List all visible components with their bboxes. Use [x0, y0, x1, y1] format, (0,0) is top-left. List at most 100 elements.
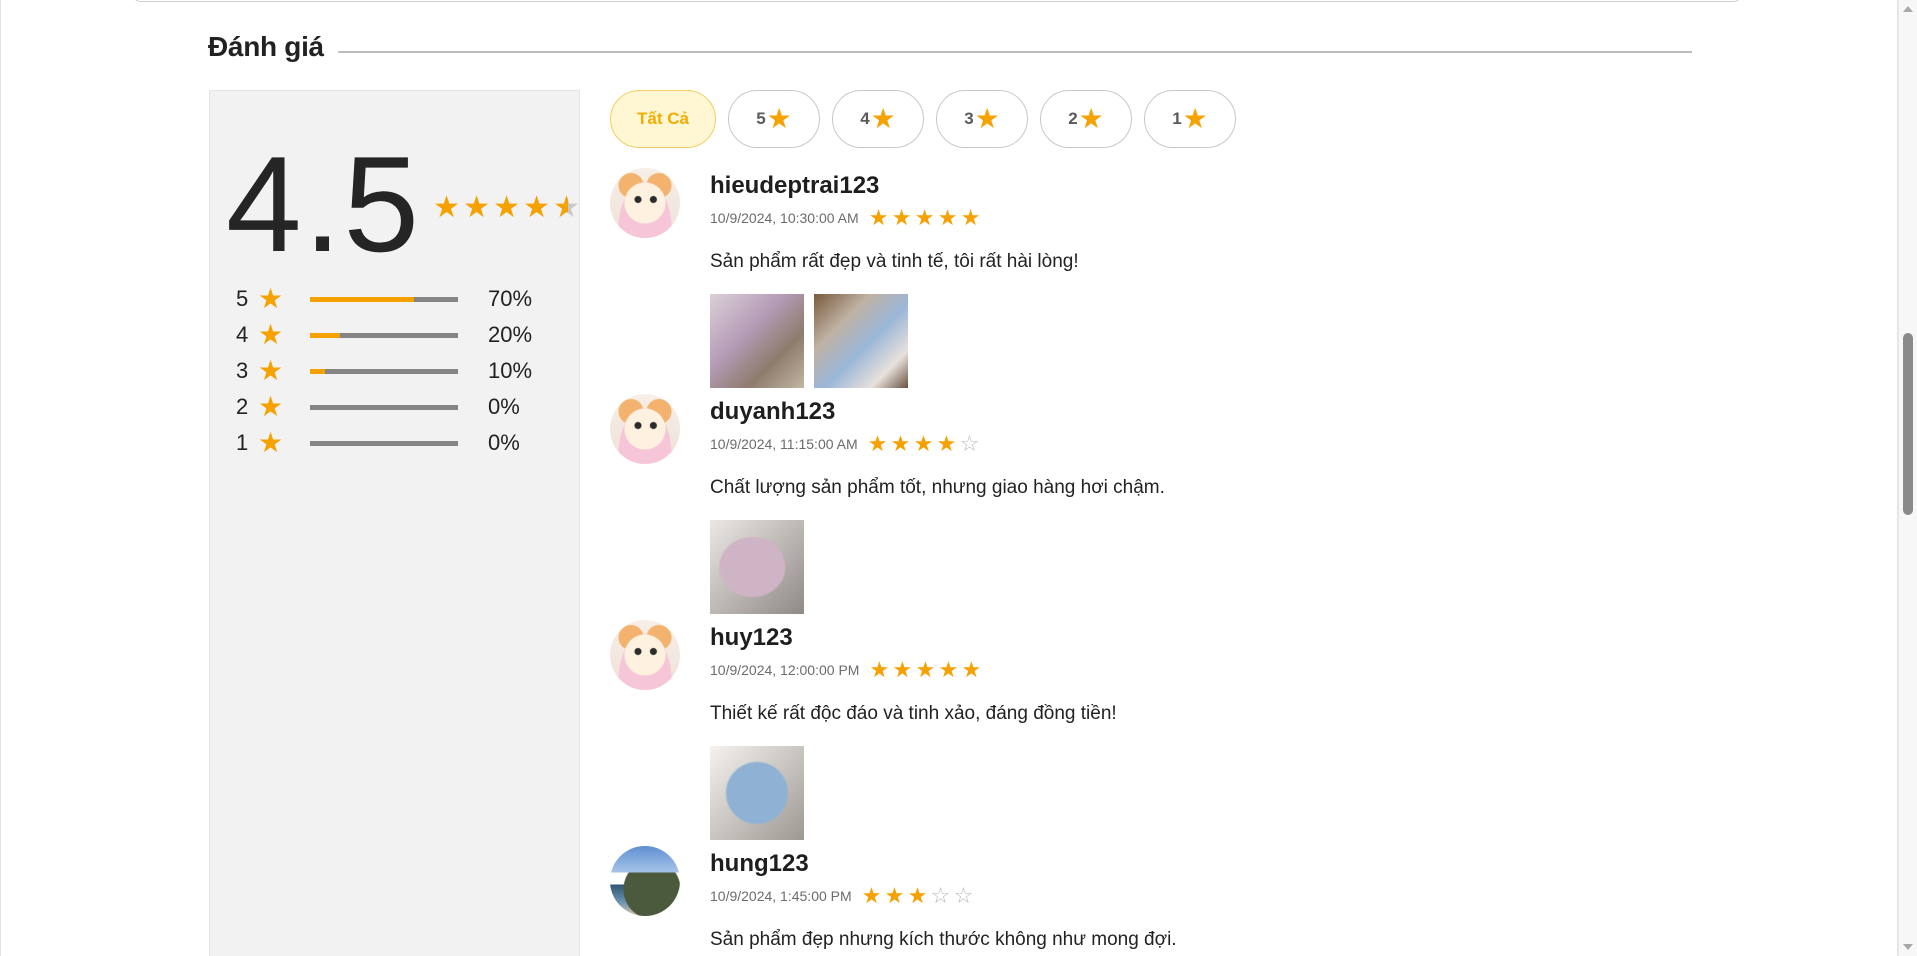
- star-icon: ★: [892, 657, 913, 682]
- star-icon: ★: [884, 883, 905, 908]
- filter-2-star-button[interactable]: 2 ★: [1040, 90, 1132, 148]
- scroll-up-arrow-icon[interactable]: [1903, 6, 1913, 12]
- review-item: huy123 10/9/2024, 12:00:00 PM ★ ★ ★ ★ ★ Thiế…: [610, 620, 1710, 846]
- review-timestamp: 10/9/2024, 10:30:00 AM: [710, 210, 859, 226]
- review-username: huy123: [710, 624, 793, 651]
- review-photo[interactable]: [710, 746, 804, 840]
- review-username: hung123: [710, 850, 809, 877]
- section-divider: [337, 51, 1692, 53]
- avatar: [610, 620, 680, 690]
- star-icon: ★: [890, 431, 911, 456]
- distribution-percent: 70%: [488, 286, 533, 311]
- distribution-row: 1 ★ 0%: [236, 425, 532, 461]
- star-icon: ★: [891, 205, 912, 230]
- distribution-star-count: 4: [236, 322, 249, 347]
- review-meta: 10/9/2024, 12:00:00 PM ★ ★ ★ ★ ★: [710, 658, 1710, 682]
- distribution-bar-fill: [310, 332, 340, 338]
- filter-label: 2: [1068, 109, 1078, 128]
- star-icon: ★: [974, 103, 1000, 134]
- star-icon: ★: [870, 103, 896, 134]
- review-timestamp: 10/9/2024, 1:45:00 PM: [710, 888, 852, 904]
- review-meta: 10/9/2024, 11:15:00 AM ★ ★ ★ ★ ☆: [710, 432, 1710, 456]
- filter-3-star-button[interactable]: 3 ★: [936, 90, 1028, 148]
- star-icon: ★: [433, 191, 460, 224]
- review-body: hung123 10/9/2024, 1:45:00 PM ★ ★ ★ ☆ ☆ Sản …: [710, 846, 1710, 952]
- review-text: Thiết kế rất độc đáo và tinh xảo, đáng đ…: [710, 703, 1117, 724]
- rating-filter-bar: Tất Cả 5 ★ 4 ★ 3 ★ 2 ★ 1 ★: [610, 90, 1236, 148]
- star-icon: ★: [258, 355, 284, 386]
- star-icon: ★: [936, 431, 957, 456]
- review-photo[interactable]: [710, 520, 804, 614]
- half-star-icon: ★: [553, 193, 583, 223]
- review-body: duyanh123 10/9/2024, 11:15:00 AM ★ ★ ★ ★ ☆ C…: [710, 394, 1710, 614]
- distribution-star-count: 2: [236, 394, 249, 419]
- distribution-bar: [310, 296, 458, 302]
- distribution-row: 2 ★ 0%: [236, 389, 532, 425]
- review-body: hieudeptrai123 10/9/2024, 10:30:00 AM ★ ★…: [710, 168, 1710, 388]
- review-photo[interactable]: [814, 294, 908, 388]
- star-icon: ★: [258, 283, 284, 314]
- review-stars: ★ ★ ★ ★ ☆: [868, 433, 983, 455]
- review-username: hieudeptrai123: [710, 172, 880, 199]
- scrollbar-thumb[interactable]: [1903, 333, 1913, 515]
- distribution-bar-fill: [310, 368, 325, 374]
- distribution-row: 3 ★ 10%: [236, 353, 532, 389]
- filter-all-button[interactable]: Tất Cả: [610, 90, 716, 148]
- review-images: [710, 294, 1710, 388]
- filter-label: 3: [964, 109, 974, 128]
- distribution-bar: [310, 368, 458, 374]
- star-icon: ★: [938, 657, 959, 682]
- star-icon: ★: [766, 103, 792, 134]
- scroll-down-arrow-icon[interactable]: [1903, 944, 1913, 950]
- review-list: hieudeptrai123 10/9/2024, 10:30:00 AM ★ ★…: [610, 168, 1710, 952]
- filter-5-star-button[interactable]: 5 ★: [728, 90, 820, 148]
- average-rating-stars: ★ ★ ★ ★ ★: [433, 193, 583, 223]
- star-icon: ★: [861, 883, 882, 908]
- review-item: hieudeptrai123 10/9/2024, 10:30:00 AM ★ ★…: [610, 168, 1710, 394]
- empty-star-icon: ☆: [930, 883, 951, 908]
- star-icon: ★: [258, 319, 284, 350]
- vertical-scrollbar[interactable]: [1898, 0, 1917, 956]
- distribution-row: 5 ★ 70%: [236, 281, 532, 317]
- review-images: [710, 746, 1710, 840]
- review-text: Sản phẩm đẹp nhưng kích thước không như …: [710, 929, 1177, 950]
- filter-label: 1: [1172, 109, 1182, 128]
- empty-star-icon: ☆: [959, 431, 980, 456]
- filter-4-star-button[interactable]: 4 ★: [832, 90, 924, 148]
- review-photo[interactable]: [710, 294, 804, 388]
- star-icon: ★: [869, 657, 890, 682]
- distribution-percent: 0%: [488, 430, 520, 455]
- review-meta: 10/9/2024, 10:30:00 AM ★ ★ ★ ★ ★: [710, 206, 1710, 230]
- top-card-edge: [131, 0, 1743, 2]
- review-text: Sản phẩm rất đẹp và tinh tế, tôi rất hài…: [710, 251, 1079, 272]
- review-timestamp: 10/9/2024, 11:15:00 AM: [710, 436, 858, 452]
- avatar: [610, 168, 680, 238]
- filter-label: 4: [860, 109, 870, 128]
- star-icon: ★: [913, 431, 934, 456]
- review-stars: ★ ★ ★ ★ ★: [869, 659, 984, 681]
- star-icon: ★: [523, 191, 550, 224]
- distribution-percent: 20%: [488, 322, 533, 347]
- review-item: duyanh123 10/9/2024, 11:15:00 AM ★ ★ ★ ★ ☆ C…: [610, 394, 1710, 620]
- section-title: Đánh giá: [208, 31, 324, 62]
- review-item: hung123 10/9/2024, 1:45:00 PM ★ ★ ★ ☆ ☆ Sản …: [610, 846, 1710, 952]
- distribution-row: 4 ★ 20%: [236, 317, 532, 353]
- rating-distribution: 5 ★ 70% 4 ★ 20% 3 ★ 10% 2 ★ 0% 1 ★ 0%: [236, 281, 532, 461]
- filter-label: Tất Cả: [637, 109, 689, 128]
- distribution-star-count: 5: [236, 286, 249, 311]
- star-icon: ★: [258, 427, 284, 458]
- filter-1-star-button[interactable]: 1 ★: [1144, 90, 1236, 148]
- empty-star-icon: ☆: [953, 883, 974, 908]
- star-icon: ★: [1182, 103, 1208, 134]
- filter-label: 5: [756, 109, 766, 128]
- reviews-header: Đánh giá: [208, 30, 1692, 64]
- avatar: [610, 394, 680, 464]
- review-timestamp: 10/9/2024, 12:00:00 PM: [710, 662, 860, 678]
- distribution-bar: [310, 404, 458, 410]
- distribution-bar: [310, 332, 458, 338]
- distribution-bar: [310, 440, 458, 446]
- avatar: [610, 846, 680, 916]
- star-icon: ★: [937, 205, 958, 230]
- star-icon: ★: [914, 205, 935, 230]
- star-icon: ★: [961, 657, 982, 682]
